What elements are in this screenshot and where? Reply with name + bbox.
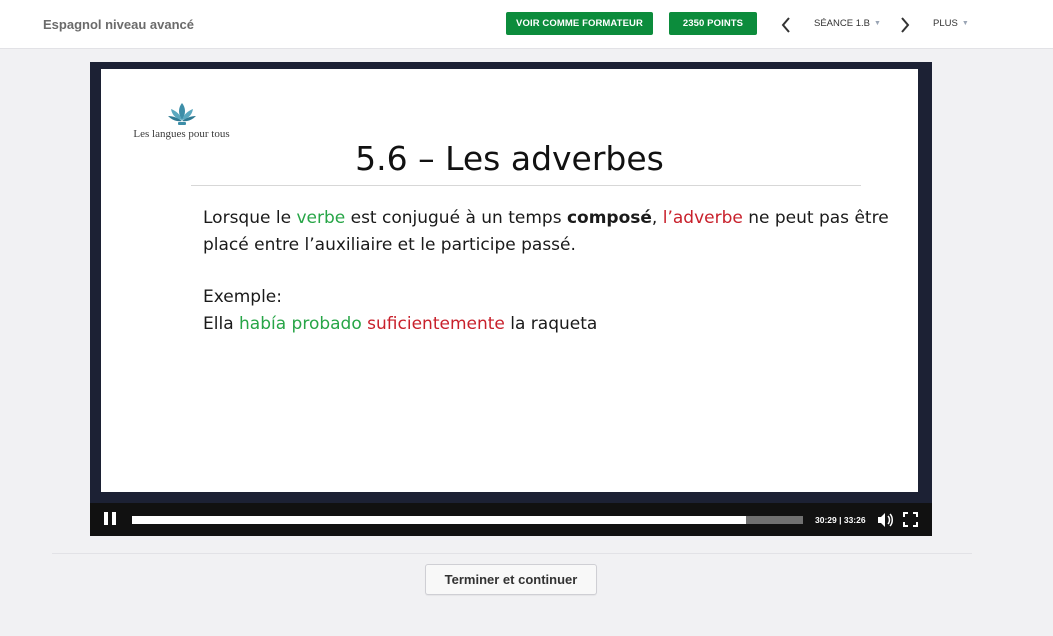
highlight-compose: composé xyxy=(566,208,652,228)
progress-bar[interactable] xyxy=(132,516,803,524)
pause-icon xyxy=(112,512,116,525)
course-title: Espagnol niveau avancé xyxy=(43,17,195,32)
fullscreen-icon xyxy=(903,512,918,527)
text-segment: la raqueta xyxy=(504,314,598,334)
pause-button[interactable] xyxy=(104,512,118,527)
text-segment: Ella xyxy=(203,314,240,334)
top-bar: Espagnol niveau avancé VOIR COMME FORMAT… xyxy=(0,0,1053,49)
lotus-icon xyxy=(167,103,196,125)
slide-body: Lorsque le verbe est conjugué à un temps… xyxy=(203,205,893,338)
text-segment: est conjugué à un temps xyxy=(345,208,567,228)
caret-down-icon: ▼ xyxy=(873,20,881,27)
pause-icon xyxy=(104,512,108,525)
footer-divider xyxy=(52,553,972,554)
next-session-button[interactable] xyxy=(895,14,915,36)
video-slide: Les langues pour tous 5.6 – Les adverbes… xyxy=(101,69,918,492)
chevron-left-icon xyxy=(781,17,790,33)
brand-logo: Les langues pour tous xyxy=(119,101,244,140)
more-label: PLUS xyxy=(933,18,958,29)
video-player[interactable]: Les langues pour tous 5.6 – Les adverbes… xyxy=(90,62,932,536)
highlight-verb: había probado xyxy=(239,314,362,334)
example-label: Exemple: xyxy=(203,287,282,307)
example-sentence: Ella había probado suficientemente la ra… xyxy=(203,311,893,338)
caret-down-icon: ▼ xyxy=(961,20,969,27)
highlight-adverb: suficientemente xyxy=(367,314,505,334)
text-segment: , xyxy=(651,208,663,228)
session-label: SÉANCE 1.B xyxy=(814,18,870,29)
title-divider xyxy=(191,185,861,186)
volume-icon xyxy=(878,513,893,527)
fullscreen-button[interactable] xyxy=(903,512,918,527)
highlight-adverbe: l’adverbe xyxy=(662,208,743,228)
volume-button[interactable] xyxy=(877,512,895,528)
previous-session-button[interactable] xyxy=(776,14,796,36)
more-dropdown[interactable]: PLUS ▼ xyxy=(933,18,969,29)
rule-paragraph: Lorsque le verbe est conjugué à un temps… xyxy=(203,205,893,259)
slide-title: 5.6 – Les adverbes xyxy=(355,139,664,178)
time-display: 30:29 | 33:26 xyxy=(815,515,866,525)
points-button[interactable]: 2350 POINTS xyxy=(669,12,757,35)
player-controls: 30:29 | 33:26 xyxy=(90,503,932,536)
view-as-trainer-button[interactable]: VOIR COMME FORMATEUR xyxy=(506,12,653,35)
text-segment: Lorsque le xyxy=(203,208,297,228)
highlight-verbe: verbe xyxy=(296,208,346,228)
finish-and-continue-button[interactable]: Terminer et continuer xyxy=(425,564,597,595)
chevron-right-icon xyxy=(901,17,910,33)
progress-fill xyxy=(132,516,746,524)
session-dropdown[interactable]: SÉANCE 1.B ▼ xyxy=(814,18,881,29)
